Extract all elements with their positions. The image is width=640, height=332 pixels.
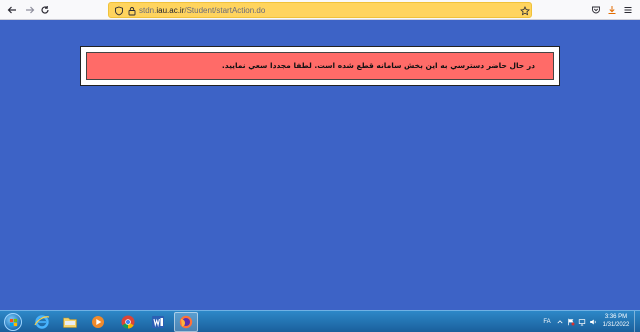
url-path: /Student/startAction.do — [184, 6, 266, 15]
taskbar-firefox[interactable] — [174, 312, 198, 332]
back-button[interactable] — [4, 2, 20, 18]
hamburger-menu-icon — [624, 7, 632, 13]
volume-indicator[interactable] — [588, 311, 597, 332]
chevron-up-icon — [557, 320, 563, 324]
menu-button[interactable] — [620, 2, 636, 18]
show-hidden-icons-button[interactable] — [556, 311, 564, 332]
forward-button[interactable] — [22, 2, 38, 18]
downloads-button[interactable] — [604, 2, 620, 18]
start-button[interactable] — [1, 311, 25, 332]
error-message-text: در حال حاضر دسترسي به اين بخش سامانه قطع… — [221, 61, 535, 70]
url-host: iau.ac.ir — [156, 6, 185, 15]
network-icon — [578, 319, 585, 326]
browser-toolbar: stdn.iau.ac.ir/Student/startAction.do — [0, 0, 640, 20]
bookmark-star-icon[interactable] — [519, 5, 530, 16]
taskbar-word[interactable] — [146, 312, 170, 332]
reload-button[interactable] — [37, 2, 53, 18]
error-message-panel: در حال حاضر دسترسي به اين بخش سامانه قطع… — [86, 52, 554, 80]
system-clock[interactable]: 3:36 PM 1/31/2022 — [598, 313, 634, 329]
action-center-flag[interactable] — [566, 311, 575, 332]
internet-explorer-icon — [34, 315, 50, 329]
taskbar-internet-explorer[interactable] — [30, 312, 54, 332]
address-bar[interactable]: stdn.iau.ac.ir/Student/startAction.do — [108, 2, 532, 18]
chrome-icon — [121, 315, 135, 329]
word-icon — [152, 316, 164, 328]
taskbar-chrome[interactable] — [116, 312, 140, 332]
windows-logo-icon — [4, 313, 22, 331]
forward-arrow-icon — [26, 6, 35, 14]
input-language-indicator[interactable]: FA — [540, 311, 554, 332]
pocket-button[interactable] — [588, 2, 604, 18]
network-indicator[interactable] — [577, 311, 586, 332]
flag-icon — [567, 318, 574, 326]
firefox-icon — [179, 315, 193, 329]
lock-icon[interactable] — [126, 5, 137, 16]
url-text: stdn.iau.ac.ir/Student/startAction.do — [139, 4, 265, 17]
taskbar-media-player[interactable] — [86, 312, 110, 332]
error-message-box: در حال حاضر دسترسي به اين بخش سامانه قطع… — [80, 46, 560, 86]
back-arrow-icon — [7, 6, 16, 14]
speaker-icon — [589, 319, 596, 325]
folder-icon — [63, 317, 77, 328]
shield-icon[interactable] — [113, 5, 124, 16]
taskbar: FA 3:36 PM 1/31/2022 — [0, 310, 640, 332]
download-icon — [608, 6, 616, 14]
clock-time: 3:36 PM — [604, 314, 628, 320]
media-player-icon — [92, 316, 104, 328]
show-desktop-button[interactable] — [634, 311, 640, 332]
reload-icon — [41, 6, 49, 14]
pocket-icon — [592, 6, 600, 14]
clock-date: 1/31/2022 — [602, 322, 630, 328]
url-prefix: stdn. — [139, 6, 157, 15]
taskbar-file-explorer[interactable] — [58, 312, 82, 332]
